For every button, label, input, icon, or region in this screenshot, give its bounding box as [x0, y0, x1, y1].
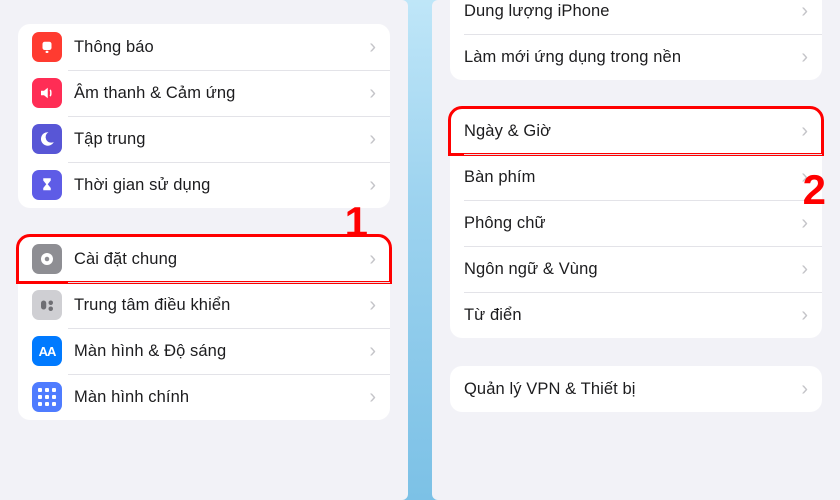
row-language-region[interactable]: Ngôn ngữ & Vùng ›	[450, 246, 822, 292]
row-label: Phông chữ	[464, 214, 801, 233]
row-label: Dung lượng iPhone	[464, 2, 801, 21]
row-label: Ngôn ngữ & Vùng	[464, 260, 801, 279]
right-inner: Dung lượng iPhone › Làm mới ứng dụng tro…	[432, 0, 840, 412]
general-group-vpn: Quản lý VPN & Thiết bị ›	[450, 366, 822, 412]
general-group-storage: Dung lượng iPhone › Làm mới ứng dụng tro…	[450, 0, 822, 80]
row-background-refresh[interactable]: Làm mới ứng dụng trong nền ›	[450, 34, 822, 80]
row-label: Thông báo	[74, 38, 369, 57]
speaker-icon	[32, 78, 62, 108]
chevron-right-icon: ›	[369, 83, 376, 103]
row-label: Màn hình & Độ sáng	[74, 342, 369, 361]
general-panel-right: Dung lượng iPhone › Làm mới ứng dụng tro…	[432, 0, 840, 500]
chevron-right-icon: ›	[801, 167, 808, 187]
chevron-right-icon: ›	[801, 47, 808, 67]
row-screentime[interactable]: Thời gian sử dụng ›	[18, 162, 390, 208]
row-homescreen[interactable]: Màn hình chính ›	[18, 374, 390, 420]
row-date-time[interactable]: Ngày & Giờ ›	[450, 108, 822, 154]
text-size-icon: AA	[32, 336, 62, 366]
chevron-right-icon: ›	[801, 379, 808, 399]
apps-grid-icon	[32, 382, 62, 412]
chevron-right-icon: ›	[369, 129, 376, 149]
row-sounds[interactable]: Âm thanh & Cảm ứng ›	[18, 70, 390, 116]
row-label: Làm mới ứng dụng trong nền	[464, 48, 801, 67]
row-label: Quản lý VPN & Thiết bị	[464, 380, 801, 399]
chevron-right-icon: ›	[369, 341, 376, 361]
bell-icon	[32, 32, 62, 62]
left-inner: Thông báo › Âm thanh & Cảm ứng › Tập tru…	[0, 0, 408, 420]
row-general[interactable]: Cài đặt chung ›	[18, 236, 390, 282]
row-iphone-storage[interactable]: Dung lượng iPhone ›	[450, 0, 822, 34]
chevron-right-icon: ›	[801, 213, 808, 233]
chevron-right-icon: ›	[801, 259, 808, 279]
row-vpn-device[interactable]: Quản lý VPN & Thiết bị ›	[450, 366, 822, 412]
chevron-right-icon: ›	[369, 387, 376, 407]
settings-panel-left: Thông báo › Âm thanh & Cảm ứng › Tập tru…	[0, 0, 408, 500]
row-display[interactable]: AA Màn hình & Độ sáng ›	[18, 328, 390, 374]
row-label: Tập trung	[74, 130, 369, 149]
row-notifications[interactable]: Thông báo ›	[18, 24, 390, 70]
row-label: Ngày & Giờ	[464, 122, 801, 141]
hourglass-icon	[32, 170, 62, 200]
row-label: Thời gian sử dụng	[74, 176, 369, 195]
row-focus[interactable]: Tập trung ›	[18, 116, 390, 162]
row-label: Âm thanh & Cảm ứng	[74, 84, 369, 103]
chevron-right-icon: ›	[369, 37, 376, 57]
chevron-right-icon: ›	[369, 295, 376, 315]
chevron-right-icon: ›	[369, 175, 376, 195]
settings-group-general: Cài đặt chung › Trung tâm điều khiển › A…	[18, 236, 390, 420]
row-label: Màn hình chính	[74, 388, 369, 407]
row-dictionary[interactable]: Từ điển ›	[450, 292, 822, 338]
sliders-icon	[32, 290, 62, 320]
row-label: Cài đặt chung	[74, 250, 369, 269]
row-control-center[interactable]: Trung tâm điều khiển ›	[18, 282, 390, 328]
chevron-right-icon: ›	[369, 249, 376, 269]
chevron-right-icon: ›	[801, 121, 808, 141]
row-label: Trung tâm điều khiển	[74, 296, 369, 315]
gear-icon	[32, 244, 62, 274]
chevron-right-icon: ›	[801, 1, 808, 21]
chevron-right-icon: ›	[801, 305, 808, 325]
general-group-date: Ngày & Giờ › Bàn phím › Phông chữ › Ngôn…	[450, 108, 822, 338]
moon-icon	[32, 124, 62, 154]
settings-group-notification: Thông báo › Âm thanh & Cảm ứng › Tập tru…	[18, 24, 390, 208]
row-fonts[interactable]: Phông chữ ›	[450, 200, 822, 246]
row-label: Từ điển	[464, 306, 801, 325]
row-keyboard[interactable]: Bàn phím ›	[450, 154, 822, 200]
row-label: Bàn phím	[464, 168, 801, 187]
